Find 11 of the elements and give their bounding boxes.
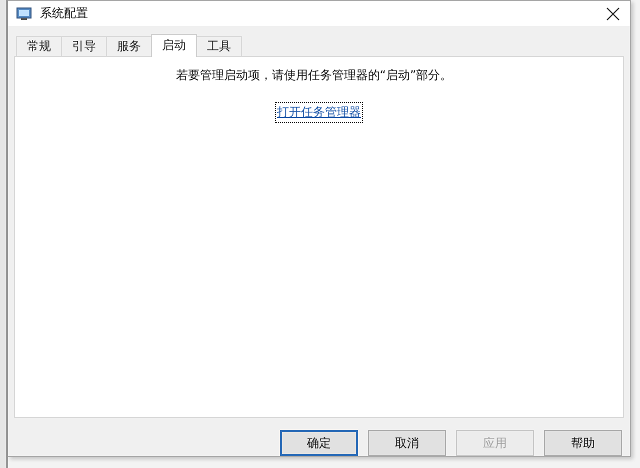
close-icon[interactable]	[606, 6, 620, 20]
dialog-button[interactable]: 取消	[368, 430, 446, 456]
dialog-button[interactable]: 确定	[280, 430, 358, 456]
task-manager-link[interactable]: 打开任务管理器	[277, 104, 361, 121]
window-title: 系统配置	[40, 5, 89, 22]
message-text: 若要管理启动项，请使用任务管理器的“启动”部分。	[176, 67, 452, 84]
computer-icon	[16, 6, 32, 22]
tab[interactable]: 常规	[16, 36, 62, 56]
tab[interactable]: 启动	[151, 34, 197, 57]
dialog-button[interactable]: 帮助	[544, 430, 622, 456]
tab[interactable]: 工具	[196, 36, 242, 56]
